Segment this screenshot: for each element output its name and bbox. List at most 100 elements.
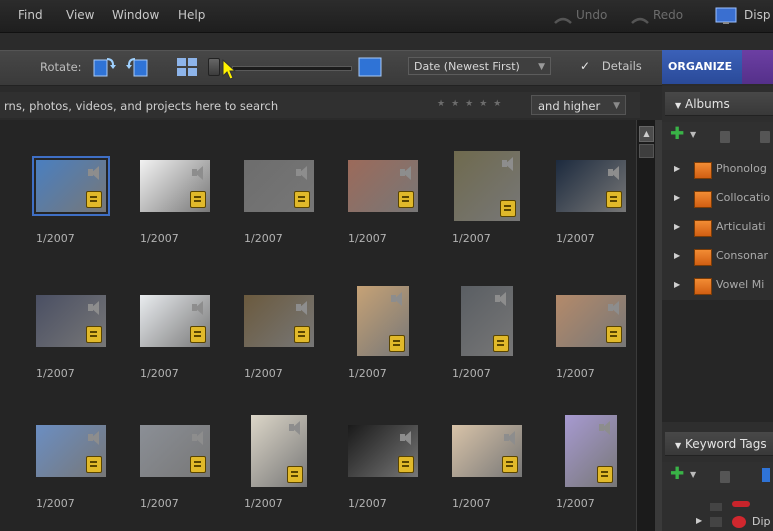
thumbnail-date: 1/2007 (452, 367, 491, 380)
photo-thumbnail[interactable] (36, 295, 106, 347)
photo-thumbnail[interactable] (244, 160, 314, 212)
audio-icon (192, 166, 204, 180)
menu-view[interactable]: View (66, 8, 94, 22)
audio-icon (296, 166, 308, 180)
audio-icon (608, 166, 620, 180)
photo-thumbnail[interactable] (461, 286, 513, 356)
add-album-icon[interactable]: ✚ (670, 124, 684, 144)
stack-badge-icon (86, 191, 102, 208)
photo-thumbnail[interactable] (244, 295, 314, 347)
rating-filter-value: and higher (538, 99, 601, 113)
thumbnail-date: 1/2007 (244, 367, 283, 380)
stack-badge-icon (190, 326, 206, 343)
album-icon (694, 220, 712, 237)
stack-badge-icon (86, 326, 102, 343)
add-keyword-icon[interactable]: ✚ (670, 464, 684, 484)
scroll-up-icon[interactable]: ▲ (639, 126, 654, 142)
details-checkbox[interactable]: ✓ Details (580, 59, 642, 73)
tab-organize[interactable]: ORGANIZE (662, 50, 742, 84)
sort-order-dropdown[interactable]: Date (Newest First) ▼ (408, 57, 551, 75)
display-icon (715, 7, 737, 25)
photo-thumbnail[interactable] (140, 425, 210, 477)
thumbnail-date: 1/2007 (556, 367, 595, 380)
keyword-edit-icon[interactable] (762, 468, 770, 482)
thumbnail-date: 1/2007 (452, 497, 491, 510)
menu-window[interactable]: Window (112, 8, 159, 22)
thumbnail-grid-icon[interactable] (176, 57, 198, 77)
rotate-right-icon[interactable] (126, 56, 150, 78)
star-rating-filter[interactable]: ★★★★★ (437, 99, 507, 109)
album-item[interactable]: ▶ Vowel Mi (674, 276, 773, 296)
keyword-item[interactable]: ▶ Dip (696, 514, 773, 530)
search-hint[interactable]: rns, photos, videos, and projects here t… (4, 99, 278, 113)
album-label: Phonolog (716, 162, 767, 175)
redo-button[interactable]: Redo (653, 8, 683, 22)
photo-thumbnail[interactable] (348, 160, 418, 212)
stack-badge-icon (502, 456, 518, 473)
photo-thumbnail[interactable] (452, 425, 522, 477)
albums-header[interactable]: ▼ Albums (665, 92, 773, 116)
album-icon (694, 191, 712, 208)
delete-album-icon[interactable] (720, 131, 730, 143)
photo-thumbnail[interactable] (32, 156, 110, 216)
expand-triangle-icon[interactable]: ▶ (674, 222, 680, 231)
audio-icon (502, 157, 514, 171)
media-scrollbar[interactable]: ▲ (636, 120, 655, 531)
thumbnail-date: 1/2007 (348, 232, 387, 245)
rotate-left-icon[interactable] (92, 56, 116, 78)
photo-thumbnail[interactable] (454, 151, 520, 221)
album-item[interactable]: ▶ Consonar (674, 247, 773, 267)
photo-thumbnail[interactable] (348, 425, 418, 477)
expand-triangle-icon[interactable]: ▶ (674, 164, 680, 173)
thumbnail-date: 1/2007 (36, 232, 75, 245)
photo-thumbnail[interactable] (357, 286, 409, 356)
photo-thumbnail[interactable] (556, 160, 626, 212)
toolbar-spacer (0, 33, 773, 50)
album-label: Articulati (716, 220, 766, 233)
slider-handle[interactable] (208, 58, 220, 76)
expand-triangle-icon[interactable]: ▶ (696, 516, 702, 525)
photo-thumbnail[interactable] (140, 160, 210, 212)
photo-thumbnail[interactable] (565, 415, 617, 487)
expand-triangle-icon[interactable]: ▶ (674, 251, 680, 260)
photo-thumbnail[interactable] (556, 295, 626, 347)
thumbnail-size-slider[interactable] (232, 66, 352, 71)
edit-album-icon[interactable] (760, 131, 770, 143)
photo-thumbnail[interactable] (251, 415, 307, 487)
delete-keyword-icon[interactable] (720, 471, 730, 483)
album-item[interactable]: ▶ Collocatio (674, 189, 773, 209)
thumbnail-date: 1/2007 (556, 497, 595, 510)
undo-button[interactable]: Undo (576, 8, 607, 22)
stack-badge-icon (190, 191, 206, 208)
scroll-thumb[interactable] (639, 144, 654, 158)
menu-help[interactable]: Help (178, 8, 205, 22)
thumbnail-date: 1/2007 (348, 497, 387, 510)
single-photo-view-icon[interactable] (358, 57, 382, 77)
albums-toolbar: ✚ ▼ (662, 122, 773, 150)
collapse-triangle-icon: ▼ (675, 441, 682, 450)
menu-find[interactable]: Find (18, 8, 43, 22)
display-button[interactable]: Disp (744, 8, 770, 22)
rating-filter-dropdown[interactable]: and higher ▼ (531, 95, 626, 115)
album-item[interactable]: ▶ Articulati (674, 218, 773, 238)
album-item[interactable]: ▶ Phonolog (674, 160, 773, 180)
thumbnail-date: 1/2007 (556, 232, 595, 245)
audio-icon (400, 166, 412, 180)
photo-thumbnail[interactable] (36, 425, 106, 477)
tab-next[interactable] (742, 50, 773, 84)
expand-triangle-icon[interactable]: ▶ (674, 193, 680, 202)
keyword-row-collapsed[interactable] (700, 500, 773, 512)
sort-order-value: Date (Newest First) (414, 60, 520, 73)
photo-thumbnail[interactable] (140, 295, 210, 347)
keyword-category-icon (732, 516, 746, 528)
stack-badge-icon (597, 466, 613, 483)
mouse-cursor-icon (222, 58, 237, 81)
keyword-tag-icon (710, 503, 722, 511)
add-menu-arrow-icon[interactable]: ▼ (690, 470, 696, 479)
undo-icon (553, 12, 573, 24)
expand-triangle-icon[interactable]: ▶ (674, 280, 680, 289)
keyword-tags-header[interactable]: ▼ Keyword Tags (665, 432, 773, 456)
stack-badge-icon (500, 200, 516, 217)
thumbnail-date: 1/2007 (140, 497, 179, 510)
add-menu-arrow-icon[interactable]: ▼ (690, 130, 696, 139)
